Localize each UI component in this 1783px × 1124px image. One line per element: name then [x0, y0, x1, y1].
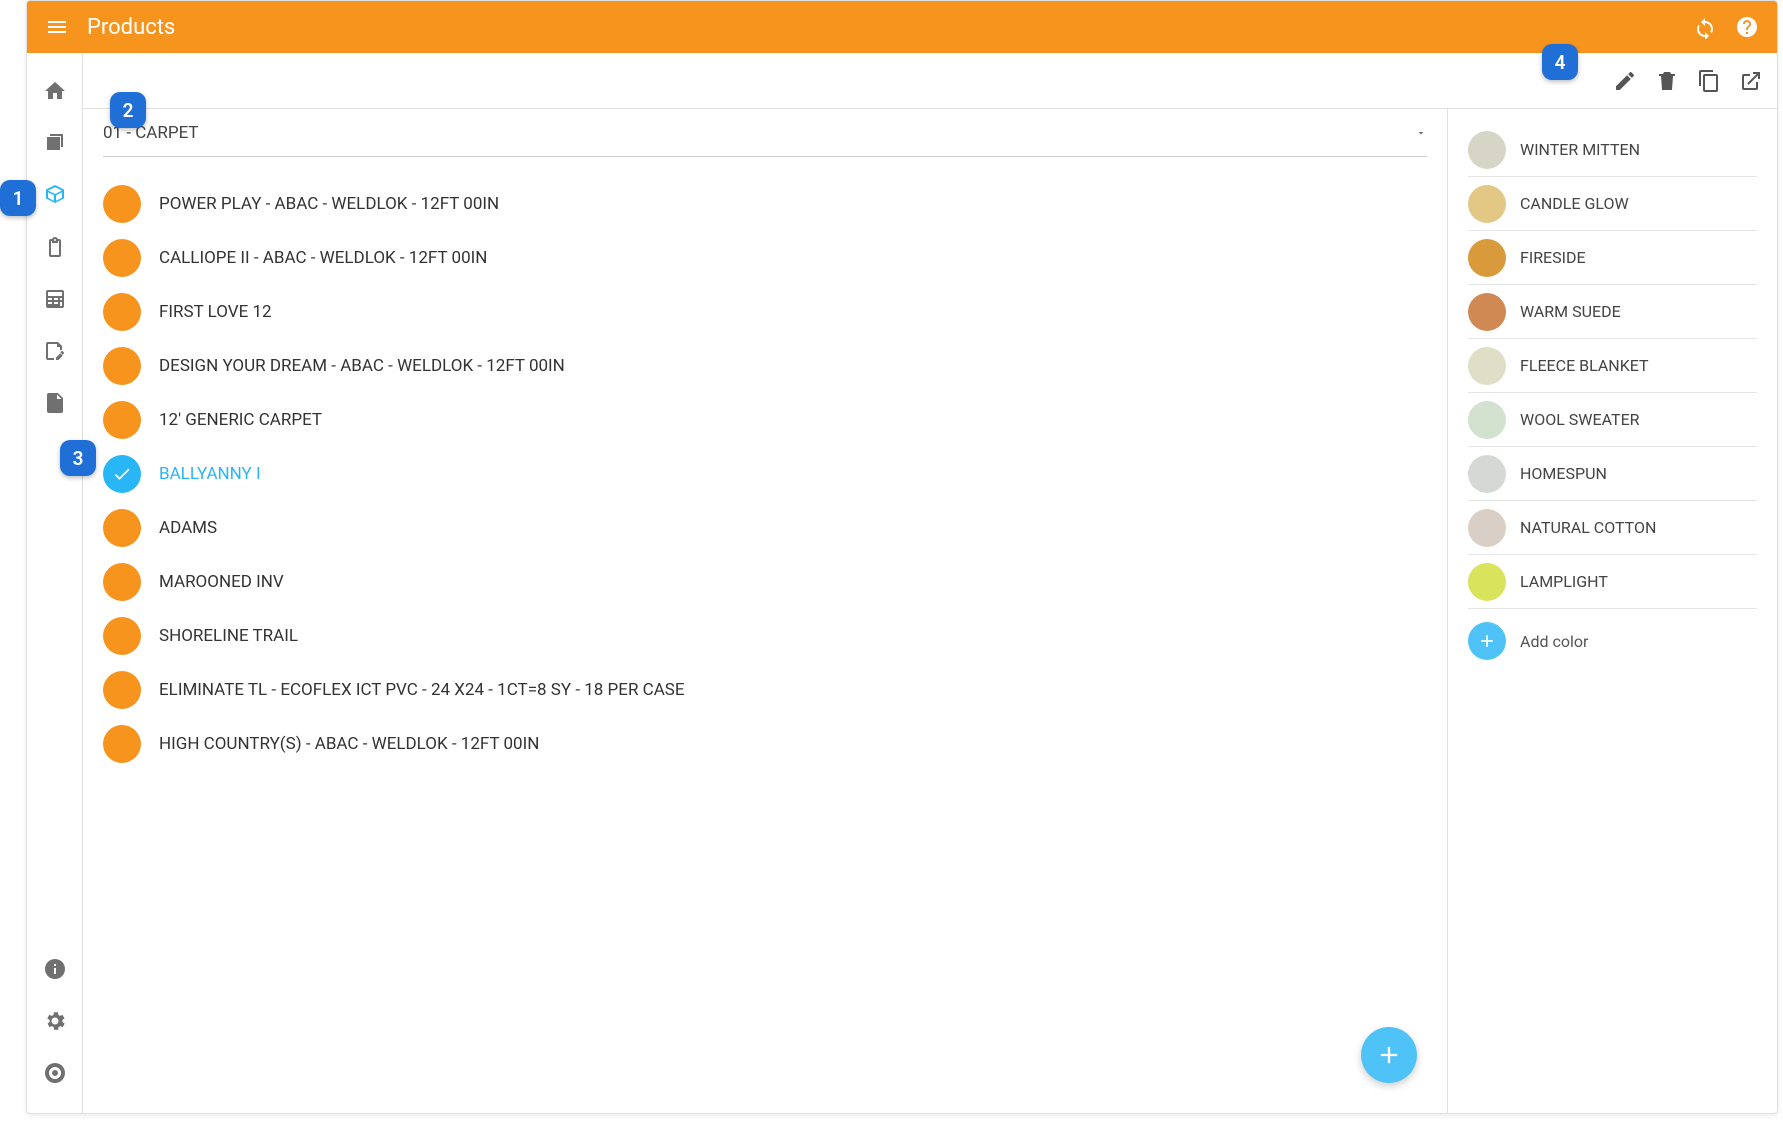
home-icon[interactable]	[43, 79, 67, 103]
product-item[interactable]: 12' GENERIC CARPET	[103, 393, 1427, 447]
category-select[interactable]: 01 - CARPET	[103, 109, 1427, 157]
menu-icon[interactable]	[45, 15, 69, 39]
product-item[interactable]: POWER PLAY - ABAC - WELDLOK - 12FT 00IN	[103, 177, 1427, 231]
color-item[interactable]: FLEECE BLANKET	[1468, 339, 1757, 393]
color-item[interactable]: WINTER MITTEN	[1468, 123, 1757, 177]
info-icon[interactable]	[43, 957, 67, 981]
product-label: HIGH COUNTRY(S) - ABAC - WELDLOK - 12FT …	[159, 734, 539, 754]
product-item[interactable]: BALLYANNY I	[103, 447, 1427, 501]
edit-note-icon[interactable]	[43, 339, 67, 363]
add-color-button[interactable]: Add color	[1468, 609, 1757, 673]
product-panel: 01 - CARPET POWER PLAY - ABAC - WELDLOK …	[83, 109, 1447, 1113]
color-swatch	[1468, 455, 1506, 493]
delete-icon[interactable]	[1655, 69, 1679, 93]
color-swatch	[1468, 509, 1506, 547]
product-dot-icon	[103, 617, 141, 655]
color-swatch	[1468, 401, 1506, 439]
product-item[interactable]: CALLIOPE II - ABAC - WELDLOK - 12FT 00IN	[103, 231, 1427, 285]
layers-icon[interactable]	[43, 131, 67, 155]
color-label: WOOL SWEATER	[1520, 410, 1640, 429]
product-label: ELIMINATE TL - ECOFLEX ICT PVC - 24 X24 …	[159, 680, 685, 700]
callout-badge: 3	[60, 440, 96, 476]
color-label: FLEECE BLANKET	[1520, 356, 1649, 375]
color-label: NATURAL COTTON	[1520, 518, 1656, 537]
products-icon[interactable]	[43, 183, 67, 207]
color-item[interactable]: WOOL SWEATER	[1468, 393, 1757, 447]
product-dot-icon	[103, 293, 141, 331]
sidebar	[27, 53, 83, 1113]
color-label: WINTER MITTEN	[1520, 140, 1640, 159]
color-swatch	[1468, 293, 1506, 331]
product-label: CALLIOPE II - ABAC - WELDLOK - 12FT 00IN	[159, 248, 487, 268]
reports-icon[interactable]	[43, 391, 67, 415]
product-label: FIRST LOVE 12	[159, 302, 272, 322]
product-item[interactable]: ELIMINATE TL - ECOFLEX ICT PVC - 24 X24 …	[103, 663, 1427, 717]
color-label: CANDLE GLOW	[1520, 194, 1629, 213]
copy-icon[interactable]	[1697, 69, 1721, 93]
product-list: POWER PLAY - ABAC - WELDLOK - 12FT 00IN C…	[103, 177, 1427, 771]
product-dot-icon	[103, 671, 141, 709]
product-item[interactable]: DESIGN YOUR DREAM - ABAC - WELDLOK - 12F…	[103, 339, 1427, 393]
chevron-down-icon	[1415, 127, 1427, 139]
product-dot-icon	[103, 509, 141, 547]
check-icon	[103, 455, 141, 493]
plus-icon	[1375, 1041, 1403, 1069]
color-swatch	[1468, 347, 1506, 385]
help-icon[interactable]	[1735, 15, 1759, 39]
product-label: MAROONED INV	[159, 572, 284, 592]
color-panel: WINTER MITTEN CANDLE GLOW FIRESIDE WARM SUE…	[1447, 109, 1777, 1113]
product-dot-icon	[103, 401, 141, 439]
color-item[interactable]: CANDLE GLOW	[1468, 177, 1757, 231]
toolbar	[83, 53, 1777, 109]
color-item[interactable]: HOMESPUN	[1468, 447, 1757, 501]
topbar: Products	[27, 1, 1777, 53]
plus-icon	[1468, 622, 1506, 660]
product-dot-icon	[103, 725, 141, 763]
product-label: ADAMS	[159, 518, 217, 538]
lifebuoy-icon[interactable]	[43, 1061, 67, 1085]
product-label: POWER PLAY - ABAC - WELDLOK - 12FT 00IN	[159, 194, 499, 214]
product-item[interactable]: SHORELINE TRAIL	[103, 609, 1427, 663]
refresh-icon[interactable]	[1693, 15, 1717, 39]
color-swatch	[1468, 239, 1506, 277]
color-item[interactable]: WARM SUEDE	[1468, 285, 1757, 339]
product-dot-icon	[103, 563, 141, 601]
color-label: LAMPLIGHT	[1520, 572, 1608, 591]
callout-badge: 2	[110, 92, 146, 128]
product-label: SHORELINE TRAIL	[159, 626, 298, 646]
product-item[interactable]: MAROONED INV	[103, 555, 1427, 609]
callout-badge: 4	[1542, 44, 1578, 80]
product-dot-icon	[103, 239, 141, 277]
color-swatch	[1468, 131, 1506, 169]
product-item[interactable]: FIRST LOVE 12	[103, 285, 1427, 339]
color-swatch	[1468, 185, 1506, 223]
color-item[interactable]: NATURAL COTTON	[1468, 501, 1757, 555]
color-item[interactable]: LAMPLIGHT	[1468, 555, 1757, 609]
open-external-icon[interactable]	[1739, 69, 1763, 93]
product-dot-icon	[103, 185, 141, 223]
product-dot-icon	[103, 347, 141, 385]
calculator-icon[interactable]	[43, 287, 67, 311]
add-product-button[interactable]	[1361, 1027, 1417, 1083]
product-item[interactable]: ADAMS	[103, 501, 1427, 555]
color-label: FIRESIDE	[1520, 248, 1586, 267]
color-item[interactable]: FIRESIDE	[1468, 231, 1757, 285]
color-label: WARM SUEDE	[1520, 302, 1621, 321]
product-label: 12' GENERIC CARPET	[159, 410, 322, 430]
product-label: BALLYANNY I	[159, 464, 261, 484]
add-color-label: Add color	[1520, 632, 1588, 651]
color-swatch	[1468, 563, 1506, 601]
clipboard-icon[interactable]	[43, 235, 67, 259]
edit-icon[interactable]	[1613, 69, 1637, 93]
gear-icon[interactable]	[43, 1009, 67, 1033]
callout-badge: 1	[0, 180, 36, 216]
product-label: DESIGN YOUR DREAM - ABAC - WELDLOK - 12F…	[159, 356, 565, 376]
product-item[interactable]: HIGH COUNTRY(S) - ABAC - WELDLOK - 12FT …	[103, 717, 1427, 771]
page-title: Products	[87, 15, 175, 40]
color-label: HOMESPUN	[1520, 464, 1607, 483]
